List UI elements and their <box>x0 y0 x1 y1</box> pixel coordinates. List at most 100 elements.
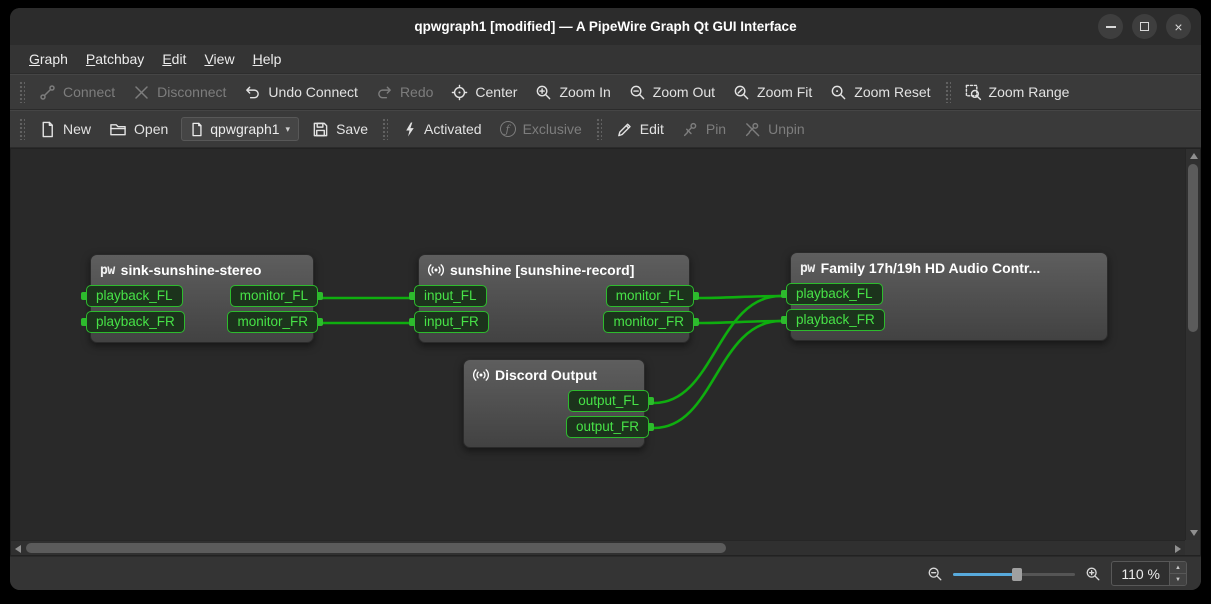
statusbar: 110 % ▲ ▼ <box>10 556 1201 590</box>
zoom-out-button[interactable]: Zoom Out <box>620 79 724 106</box>
node-title: Family 17h/19h HD Audio Contr... <box>821 260 1041 276</box>
port-output-fl[interactable]: output_FL <box>568 390 649 412</box>
port-playback-fl[interactable]: playback_FL <box>86 285 183 307</box>
exclusive-button[interactable]: ƒ Exclusive <box>491 116 591 142</box>
toolbar-handle[interactable] <box>382 118 388 140</box>
edit-button[interactable]: Edit <box>607 116 673 143</box>
zoom-in-button[interactable]: Zoom In <box>526 79 619 106</box>
close-button[interactable]: × <box>1166 14 1191 39</box>
zoom-slider-handle[interactable] <box>1012 568 1022 581</box>
scroll-down-icon[interactable] <box>1190 530 1198 536</box>
zoom-out-icon[interactable] <box>927 566 943 582</box>
unpin-icon <box>744 121 761 138</box>
graph-canvas[interactable]: pw sink-sunshine-stereo playback_FL moni… <box>11 149 1185 540</box>
zoom-slider[interactable] <box>953 566 1075 582</box>
node-header[interactable]: pw Family 17h/19h HD Audio Contr... <box>791 253 1107 280</box>
window-title: qpwgraph1 [modified] — A PipeWire Graph … <box>414 19 796 34</box>
toolbar-graph: Connect Disconnect Undo Connect Redo Cen… <box>10 74 1201 110</box>
zoom-fit-button[interactable]: Zoom Fit <box>724 79 821 106</box>
port-monitor-fl[interactable]: monitor_FL <box>606 285 694 307</box>
horizontal-scrollbar[interactable] <box>11 540 1185 555</box>
minimize-icon <box>1106 26 1116 28</box>
patchbay-select-value: qpwgraph1 <box>210 121 279 137</box>
center-button[interactable]: Center <box>442 79 526 106</box>
port-playback-fl[interactable]: playback_FL <box>786 283 883 305</box>
scroll-right-icon[interactable] <box>1175 545 1181 553</box>
graph-view: pw sink-sunshine-stereo playback_FL moni… <box>10 148 1201 556</box>
zoom-reset-button[interactable]: Zoom Reset <box>821 79 939 106</box>
patchbay-select[interactable]: qpwgraph1 ▾ <box>181 117 299 141</box>
node-sunshine[interactable]: sunshine [sunshine-record] input_FL moni… <box>418 254 690 343</box>
window-controls: × <box>1098 14 1191 39</box>
pencil-icon <box>616 121 633 138</box>
port-output-fr[interactable]: output_FR <box>566 416 649 438</box>
port-playback-fr[interactable]: playback_FR <box>86 311 185 333</box>
vertical-scrollbar-handle[interactable] <box>1188 164 1198 332</box>
node-title: sink-sunshine-stereo <box>121 262 262 278</box>
new-button[interactable]: New <box>30 116 100 143</box>
port-input-fr[interactable]: input_FR <box>414 311 489 333</box>
port-monitor-fl[interactable]: monitor_FL <box>230 285 318 307</box>
connection-edges <box>11 149 1171 540</box>
node-title: Discord Output <box>495 367 597 383</box>
zoom-value[interactable]: 110 % <box>1112 562 1169 585</box>
node-title: sunshine [sunshine-record] <box>450 262 634 278</box>
undo-connect-button[interactable]: Undo Connect <box>235 79 367 106</box>
scroll-up-icon[interactable] <box>1190 153 1198 159</box>
redo-button[interactable]: Redo <box>367 79 442 106</box>
port-monitor-fr[interactable]: monitor_FR <box>603 311 694 333</box>
toolbar-handle[interactable] <box>945 81 951 103</box>
chevron-down-icon: ▾ <box>286 124 291 135</box>
zoom-out-icon <box>629 84 646 101</box>
pipewire-icon: pw <box>800 261 815 276</box>
unpin-button[interactable]: Unpin <box>735 116 814 143</box>
zoom-spin-down-button[interactable]: ▼ <box>1170 573 1186 585</box>
connect-icon <box>39 84 56 101</box>
save-button[interactable]: Save <box>303 116 377 143</box>
toolbar-handle[interactable] <box>596 118 602 140</box>
horizontal-scrollbar-handle[interactable] <box>26 543 726 553</box>
zoom-in-icon[interactable] <box>1085 566 1101 582</box>
port-input-fl[interactable]: input_FL <box>414 285 487 307</box>
menu-patchbay[interactable]: Patchbay <box>77 47 153 71</box>
record-icon <box>428 262 444 278</box>
zoom-spin-up-button[interactable]: ▲ <box>1170 562 1186 573</box>
port-monitor-fr[interactable]: monitor_FR <box>227 311 318 333</box>
menu-view[interactable]: View <box>195 47 243 71</box>
maximize-button[interactable] <box>1132 14 1157 39</box>
menu-graph[interactable]: Graph <box>20 47 77 71</box>
port-playback-fr[interactable]: playback_FR <box>786 309 885 331</box>
menu-edit[interactable]: Edit <box>153 47 195 71</box>
spin-up-icon: ▲ <box>1175 565 1181 571</box>
maximize-icon <box>1140 22 1149 31</box>
node-sink-sunshine-stereo[interactable]: pw sink-sunshine-stereo playback_FL moni… <box>90 254 314 343</box>
activated-button[interactable]: Activated <box>393 116 491 143</box>
toolbar-handle[interactable] <box>19 81 25 103</box>
vertical-scrollbar[interactable] <box>1185 149 1200 540</box>
minimize-button[interactable] <box>1098 14 1123 39</box>
node-header[interactable]: sunshine [sunshine-record] <box>419 255 689 282</box>
node-family-hd-audio[interactable]: pw Family 17h/19h HD Audio Contr... play… <box>790 252 1108 341</box>
pin-button[interactable]: Pin <box>673 116 735 143</box>
scroll-left-icon[interactable] <box>15 545 21 553</box>
open-folder-icon <box>109 121 127 138</box>
toolbar-handle[interactable] <box>19 118 25 140</box>
save-icon <box>312 121 329 138</box>
zoom-range-button[interactable]: Zoom Range <box>956 79 1079 106</box>
connect-button[interactable]: Connect <box>30 79 124 106</box>
scrollbar-corner <box>1185 540 1200 555</box>
pipewire-icon: pw <box>100 263 115 278</box>
app-window: qpwgraph1 [modified] — A PipeWire Graph … <box>10 8 1201 590</box>
menubar: Graph Patchbay Edit View Help <box>10 45 1201 74</box>
node-header[interactable]: pw sink-sunshine-stereo <box>91 255 313 282</box>
node-header[interactable]: Discord Output <box>464 360 644 387</box>
menu-help[interactable]: Help <box>244 47 291 71</box>
undo-icon <box>244 84 261 101</box>
zoom-spinbox[interactable]: 110 % ▲ ▼ <box>1111 561 1187 586</box>
center-icon <box>451 84 468 101</box>
patchbay-file-icon <box>190 122 204 137</box>
open-button[interactable]: Open <box>100 116 177 143</box>
disconnect-button[interactable]: Disconnect <box>124 79 235 106</box>
node-discord-output[interactable]: Discord Output output_FL output_FR <box>463 359 645 448</box>
pin-icon <box>682 121 699 138</box>
